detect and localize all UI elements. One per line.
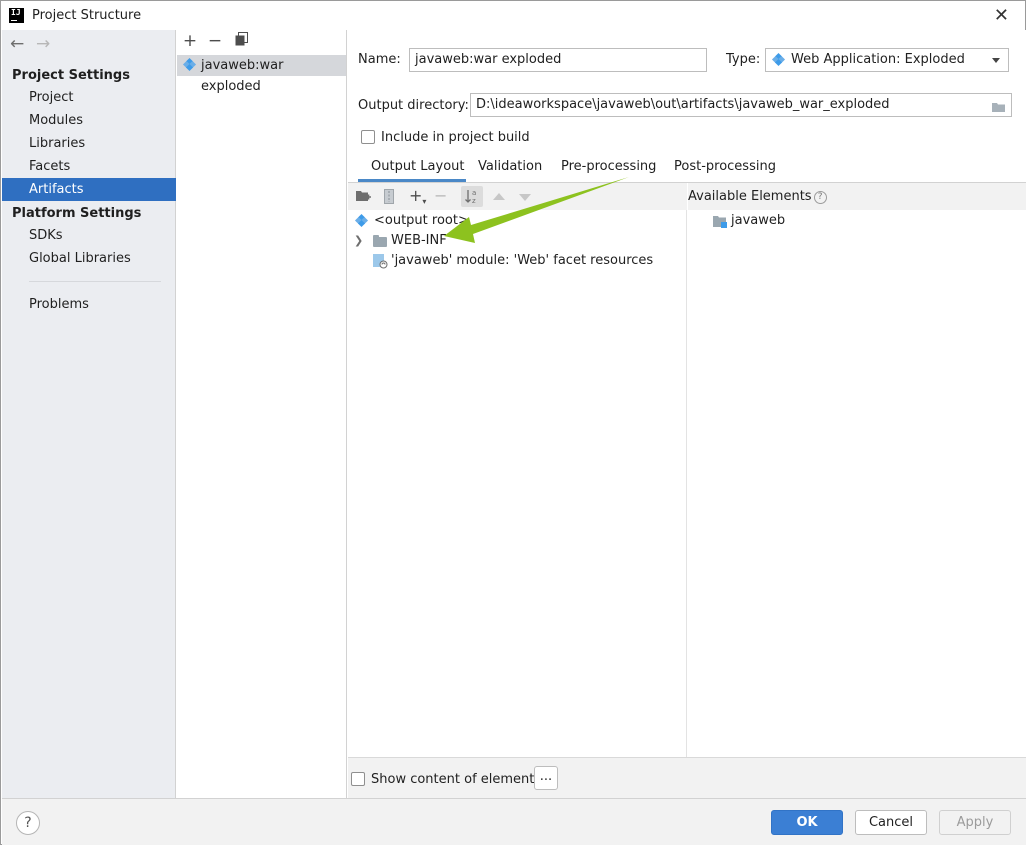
include-in-build-label: Include in project build (381, 130, 530, 145)
include-in-build-checkbox[interactable] (361, 130, 375, 144)
add-icon[interactable]: + (181, 32, 199, 50)
title-bar: IJ Project Structure ✕ (1, 1, 1025, 30)
create-archive-icon[interactable] (384, 189, 394, 208)
help-button[interactable]: ? (16, 811, 40, 835)
chevron-down-icon[interactable] (992, 58, 1000, 63)
sidebar-item-libraries[interactable]: Libraries (2, 132, 176, 155)
artifact-item-javaweb-war-exploded[interactable]: javaweb:war exploded (177, 55, 346, 94)
sidebar-item-modules[interactable]: Modules (2, 109, 176, 132)
platform-settings-header: Platform Settings (12, 206, 142, 221)
move-up-icon[interactable] (493, 193, 505, 200)
settings-sidebar: ← → Project Settings Project Modules Libr… (2, 30, 176, 798)
remove-element-icon[interactable]: − (434, 186, 447, 205)
artifacts-list-panel: + − javaweb:war exploded (177, 30, 347, 798)
show-content-checkbox[interactable] (351, 772, 365, 786)
web-artifact-icon (182, 57, 197, 72)
name-label: Name: (358, 52, 401, 67)
output-directory-field[interactable]: D:\ideaworkspace\javaweb\out\artifacts\j… (470, 93, 1012, 117)
more-options-button[interactable]: ... (534, 766, 558, 790)
folder-icon (373, 235, 387, 247)
new-directory-icon[interactable] (356, 190, 371, 207)
sort-icon[interactable]: az (461, 186, 483, 207)
type-select[interactable]: Web Application: Exploded (765, 48, 1009, 72)
intellij-app-icon: IJ (9, 8, 24, 23)
sidebar-divider (29, 281, 161, 282)
close-icon[interactable]: ✕ (994, 5, 1009, 26)
artifacts-toolbar: + − (177, 30, 347, 54)
tree-item-label: 'javaweb' module: 'Web' facet resources (391, 253, 654, 268)
artifact-editor: Name: javaweb:war exploded Type: Web App… (348, 30, 1026, 798)
type-label: Type: (726, 52, 761, 67)
tab-post-processing[interactable]: Post-processing (674, 156, 776, 182)
tree-item-web-inf[interactable]: ❯ WEB-INF (354, 231, 474, 251)
output-directory-value: D:\ideaworkspace\javaweb\out\artifacts\j… (476, 97, 890, 112)
sidebar-item-problems[interactable]: Problems (2, 293, 176, 316)
copy-icon[interactable] (232, 32, 250, 50)
svg-text:a: a (472, 189, 476, 197)
layout-options-bar: Show content of elements ... (348, 757, 1026, 798)
add-copy-icon[interactable]: +▾ (409, 186, 426, 206)
help-icon[interactable]: ? (813, 191, 827, 204)
output-layout-toolbar: +▾ − az (348, 183, 687, 210)
forward-arrow-icon[interactable]: → (36, 34, 62, 54)
sidebar-item-facets[interactable]: Facets (2, 155, 176, 178)
output-layout-panel: +▾ − az <output root> ❯ WEB-INF 'javaweb… (348, 183, 687, 757)
available-item-label: javaweb (731, 213, 786, 228)
available-elements-title: Available Elements? (688, 189, 827, 204)
tab-output-layout[interactable]: Output Layout (358, 156, 466, 182)
web-facet-icon (373, 254, 388, 276)
output-directory-label: Output directory: (358, 98, 469, 113)
remove-icon[interactable]: − (206, 32, 224, 50)
sidebar-item-artifacts[interactable]: Artifacts (2, 178, 176, 201)
module-folder-icon (713, 215, 728, 236)
tree-item-label: WEB-INF (391, 233, 447, 248)
type-select-value: Web Application: Exploded (791, 52, 965, 67)
cancel-button[interactable]: Cancel (855, 810, 927, 835)
show-content-label: Show content of elements (371, 772, 542, 787)
project-settings-header: Project Settings (12, 68, 130, 83)
sidebar-item-sdks[interactable]: SDKs (2, 224, 176, 247)
web-app-icon (771, 52, 786, 67)
tab-pre-processing[interactable]: Pre-processing (561, 156, 656, 182)
back-arrow-icon[interactable]: ← (10, 34, 36, 54)
nav-history: ← → (10, 34, 62, 54)
svg-text:z: z (472, 197, 476, 205)
ok-button[interactable]: OK (771, 810, 843, 835)
tree-item-label: <output root> (374, 213, 469, 228)
name-field[interactable]: javaweb:war exploded (409, 48, 707, 72)
browse-folder-icon[interactable] (992, 99, 1006, 112)
dialog-footer: ? OK Cancel Apply (2, 798, 1026, 845)
project-structure-dialog: IJ Project Structure ✕ ← → Project Settin… (0, 0, 1026, 845)
chevron-right-icon[interactable]: ❯ (354, 231, 363, 251)
window-title: Project Structure (32, 8, 142, 23)
apply-button[interactable]: Apply (939, 810, 1011, 835)
output-root-icon (354, 213, 369, 228)
artifact-item-label: javaweb:war exploded (201, 58, 284, 94)
sidebar-item-project[interactable]: Project (2, 86, 176, 109)
tab-validation[interactable]: Validation (478, 156, 542, 182)
available-elements-panel: Available Elements? javaweb (688, 183, 1026, 757)
move-down-icon[interactable] (519, 194, 531, 201)
sidebar-item-global-libraries[interactable]: Global Libraries (2, 247, 176, 270)
available-elements-header: Available Elements? (688, 183, 1026, 210)
